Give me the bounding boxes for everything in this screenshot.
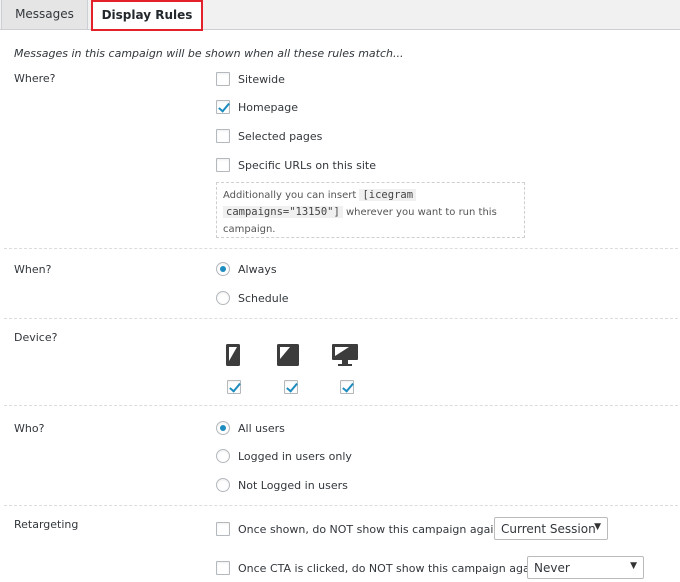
all-users-radio[interactable] — [216, 421, 230, 435]
selected-pages-label: Selected pages — [238, 129, 323, 143]
divider — [4, 318, 678, 319]
info-prefix: Additionally you can insert — [223, 190, 357, 201]
sitewide-checkbox[interactable] — [216, 72, 230, 86]
schedule-radio[interactable] — [216, 291, 230, 305]
retarget-shown-label: Once shown, do NOT show this campaign ag… — [238, 522, 519, 536]
when-always-option[interactable]: Always — [216, 261, 277, 277]
intro-text: Messages in this campaign will be shown … — [14, 47, 404, 60]
retarget-cta-value: Never — [534, 560, 570, 575]
not-logged-in-radio[interactable] — [216, 478, 230, 492]
shortcode-part-2: campaigns="13150"] — [223, 206, 343, 218]
logged-in-radio[interactable] — [216, 449, 230, 463]
where-homepage-option[interactable]: Homepage — [216, 99, 298, 115]
who-not-logged-in-option[interactable]: Not Logged in users — [216, 477, 348, 493]
retarget-cta-label: Once CTA is clicked, do NOT show this ca… — [238, 561, 559, 575]
retarget-shown-checkbox[interactable] — [216, 522, 230, 536]
retarget-shown-select[interactable]: Current Session ▼ — [494, 517, 608, 540]
retarget-shown-option[interactable]: Once shown, do NOT show this campaign ag… — [216, 521, 519, 537]
who-all-users-option[interactable]: All users — [216, 420, 285, 436]
mobile-checkbox[interactable] — [227, 380, 241, 394]
where-specific-urls-option[interactable]: Specific URLs on this site — [216, 157, 376, 173]
tablet-checkbox[interactable] — [284, 380, 298, 394]
tablet-icon — [277, 344, 299, 366]
retarget-cta-checkbox[interactable] — [216, 561, 230, 575]
when-label: When? — [14, 263, 52, 276]
desktop-icon — [332, 344, 358, 366]
where-sitewide-option[interactable]: Sitewide — [216, 71, 285, 87]
when-schedule-option[interactable]: Schedule — [216, 290, 289, 306]
divider — [4, 505, 678, 506]
homepage-label: Homepage — [238, 100, 298, 114]
schedule-label: Schedule — [238, 291, 289, 305]
tab-messages[interactable]: Messages — [1, 0, 88, 30]
sitewide-label: Sitewide — [238, 72, 285, 86]
always-radio[interactable] — [216, 262, 230, 276]
shortcode-info-box: Additionally you can insert [icegram cam… — [216, 182, 525, 238]
desktop-checkbox[interactable] — [340, 380, 354, 394]
all-users-label: All users — [238, 421, 285, 435]
not-logged-in-label: Not Logged in users — [238, 478, 348, 492]
dropdown-arrow-icon: ▼ — [630, 561, 637, 571]
who-label: Who? — [14, 422, 45, 435]
mobile-icon — [226, 344, 240, 366]
always-label: Always — [238, 262, 277, 276]
tab-display-rules[interactable]: Display Rules — [91, 0, 203, 31]
shortcode-part-1: [icegram — [359, 189, 417, 201]
retarget-cta-select[interactable]: Never ▼ — [527, 556, 644, 579]
logged-in-label: Logged in users only — [238, 449, 352, 463]
homepage-checkbox[interactable] — [216, 100, 230, 114]
specific-urls-label: Specific URLs on this site — [238, 158, 376, 172]
retarget-shown-value: Current Session — [501, 521, 596, 536]
retargeting-label: Retargeting — [14, 518, 79, 531]
info-suffix-2: campaign. — [223, 224, 276, 235]
dropdown-arrow-icon: ▼ — [594, 522, 601, 532]
device-label: Device? — [14, 331, 58, 344]
selected-pages-checkbox[interactable] — [216, 129, 230, 143]
divider — [4, 405, 678, 406]
divider — [4, 248, 678, 249]
tab-bar: Messages Display Rules — [0, 0, 680, 31]
info-suffix: wherever you want to run this — [345, 207, 497, 218]
where-label: Where? — [14, 72, 56, 85]
where-selected-pages-option[interactable]: Selected pages — [216, 128, 322, 144]
specific-urls-checkbox[interactable] — [216, 158, 230, 172]
retarget-cta-option[interactable]: Once CTA is clicked, do NOT show this ca… — [216, 560, 558, 576]
who-logged-in-option[interactable]: Logged in users only — [216, 448, 352, 464]
